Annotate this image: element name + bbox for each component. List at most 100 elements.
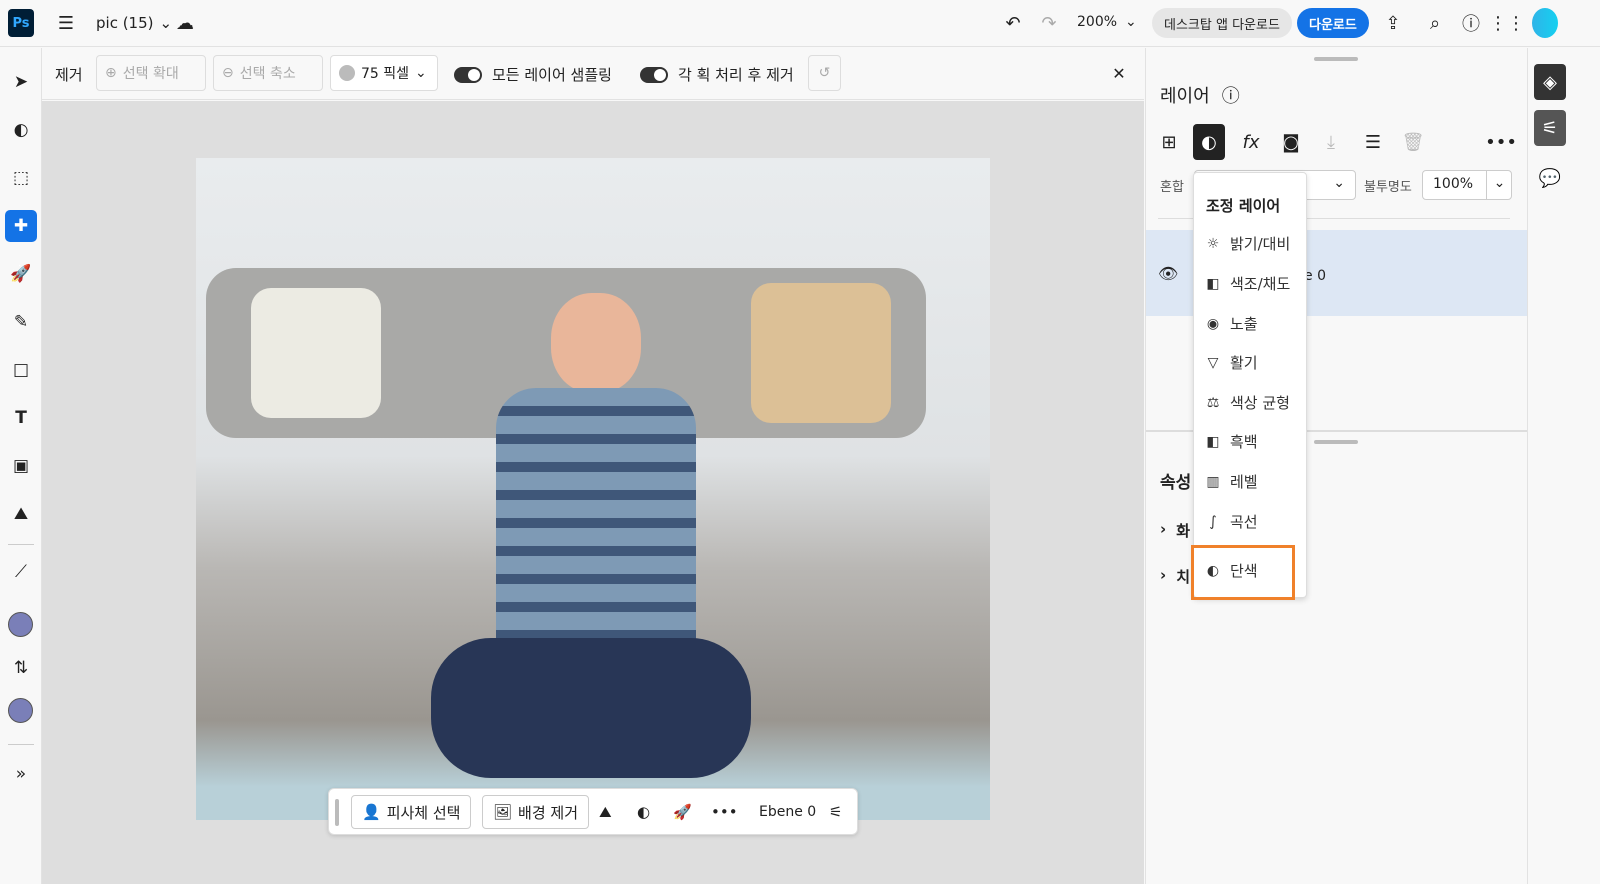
menu-item-label: 활기 — [1230, 354, 1258, 372]
foreground-color-swatch[interactable] — [8, 612, 33, 637]
more-icon[interactable]: ••• — [711, 795, 738, 829]
sample-all-layers-toggle[interactable]: 모든 레이어 샘플링 — [454, 64, 612, 85]
options-bar: 제거 ⊕ 선택 확대 ⊖ 선택 축소 75 픽셀 ⌄ 모든 레이어 샘플링 각 획 처… — [42, 48, 1144, 100]
move-tool-icon[interactable]: ➤ — [5, 66, 37, 98]
panel-drag-handle[interactable] — [1314, 57, 1358, 61]
layers-panel-icon[interactable]: ◈ — [1534, 64, 1566, 100]
image-place-icon[interactable]: ▣ — [5, 450, 37, 482]
mask-icon[interactable]: ◙ — [1278, 128, 1304, 156]
more-icon[interactable]: ••• — [1485, 128, 1517, 156]
quick-actions-icon[interactable]: 🚀 — [673, 795, 692, 829]
expand-tools-icon[interactable]: » — [5, 758, 37, 790]
layer-stack-icon[interactable]: ☰ — [1360, 128, 1386, 156]
visibility-eye-icon[interactable]: 👁 — [1158, 264, 1178, 283]
menu-item-black-white[interactable]: ◧ 흑백 — [1204, 431, 1257, 452]
shape-tool-icon[interactable]: □ — [5, 354, 37, 386]
avatar[interactable] — [1532, 8, 1558, 38]
boy-head — [551, 293, 641, 393]
text-tool-icon[interactable]: T — [5, 402, 37, 434]
download-button[interactable]: 다운로드 — [1297, 8, 1369, 38]
chevron-right-icon: › — [1160, 566, 1167, 584]
pillow — [751, 283, 891, 423]
eyedropper-icon[interactable]: ⟋ — [5, 556, 37, 588]
image-icon: 🖼 — [493, 803, 513, 821]
drag-handle[interactable] — [335, 799, 339, 826]
remove-after-stroke-toggle[interactable]: 각 획 처리 후 제거 — [640, 64, 794, 85]
menu-item-color-balance[interactable]: ⚖ 색상 균형 — [1204, 392, 1290, 413]
generative-fill-icon[interactable]: ⛰ — [5, 498, 37, 530]
zoom-value: 200% — [1077, 14, 1118, 30]
reset-button[interactable]: ↺ — [808, 55, 841, 91]
panel-drag-handle[interactable] — [1314, 440, 1358, 444]
pillow — [251, 288, 381, 418]
menu-item-label: 밝기/대비 — [1230, 235, 1291, 253]
toggle-switch[interactable] — [640, 66, 668, 83]
clip-icon[interactable]: ⤓ — [1318, 128, 1344, 156]
sample-all-layers-label: 모든 레이어 샘플링 — [492, 66, 612, 84]
trash-icon[interactable]: 🗑 — [1400, 128, 1426, 156]
top-bar: Ps ☰ pic (15) ⌄ ☁ ↶ ↷ 200% ⌄ 데스크탑 앱 다운로드 다… — [0, 0, 1600, 47]
help-icon[interactable]: ⓘ — [1458, 10, 1484, 36]
search-icon[interactable]: ⌕ — [1422, 10, 1448, 36]
properties-section-1[interactable]: › 화 — [1160, 520, 1190, 541]
properties-panel-icon[interactable]: ⚟ — [1534, 110, 1566, 146]
adjustment-layer-icon[interactable]: ◐ — [1193, 124, 1225, 160]
expand-selection-button[interactable]: ⊕ 선택 확대 — [96, 55, 206, 91]
menu-item-vibrance[interactable]: ▽ 활기 — [1204, 352, 1258, 373]
brush-size-dropdown[interactable]: 75 픽셀 ⌄ — [330, 55, 438, 91]
menu-icon[interactable]: ☰ — [54, 10, 78, 36]
zoom-dropdown[interactable]: 200% ⌄ — [1077, 14, 1137, 30]
swap-colors-icon[interactable]: ⇅ — [5, 652, 37, 684]
adjust-icon[interactable]: ◐ — [637, 795, 650, 829]
boy-legs — [431, 638, 751, 778]
info-icon[interactable]: ⓘ — [1222, 82, 1240, 108]
background-color-swatch[interactable] — [8, 698, 33, 723]
adjust-tool-icon[interactable]: ◐ — [5, 114, 37, 146]
menu-item-label: 레벨 — [1230, 473, 1258, 491]
share-icon[interactable]: ⇪ — [1380, 10, 1406, 36]
fx-icon[interactable]: fx — [1238, 128, 1264, 156]
contract-selection-button[interactable]: ⊖ 선택 축소 — [213, 55, 323, 91]
document-title-dropdown[interactable]: pic (15) ⌄ — [96, 14, 172, 32]
blend-label: 혼합 — [1160, 180, 1184, 195]
opacity-label: 불투명도 — [1364, 180, 1412, 195]
cloud-icon[interactable]: ☁ — [172, 10, 198, 36]
brush-tool-icon[interactable]: ✎ — [5, 306, 37, 338]
chevron-down-icon: ⌄ — [1333, 175, 1345, 191]
menu-item-levels[interactable]: ▥ 레벨 — [1204, 471, 1258, 492]
exposure-icon: ◉ — [1206, 315, 1220, 332]
menu-item-brightness-contrast[interactable]: ☼ 밝기/대비 — [1204, 233, 1291, 254]
undo-icon[interactable]: ↶ — [1000, 10, 1026, 36]
close-icon[interactable]: ✕ — [1108, 62, 1130, 84]
contextual-task-bar: 👤 피사체 선택 🖼 배경 제거 ⛰ ◐ 🚀 ••• Ebene 0 ⚟ — [328, 788, 858, 835]
add-layer-icon[interactable]: ⊞ — [1156, 128, 1182, 156]
select-subject-button[interactable]: 👤 피사체 선택 — [351, 795, 472, 829]
healing-tool-icon[interactable]: ✚ — [5, 210, 37, 242]
remove-after-stroke-label: 각 획 처리 후 제거 — [678, 66, 794, 84]
opacity-dropdown-icon[interactable]: ⌄ — [1486, 170, 1512, 200]
color-balance-icon: ⚖ — [1206, 394, 1220, 411]
selection-tool-icon[interactable]: ⬚ — [5, 162, 37, 194]
redo-icon[interactable]: ↷ — [1036, 10, 1062, 36]
comments-icon[interactable]: 💬 — [1534, 162, 1566, 194]
levels-icon: ▥ — [1206, 473, 1220, 490]
generative-fill-icon[interactable]: ⛰ — [599, 795, 612, 829]
minus-circle-icon: ⊖ — [222, 65, 234, 81]
apps-grid-icon[interactable]: ⋮⋮ — [1489, 10, 1525, 36]
desktop-download-button[interactable]: 데스크탑 앱 다운로드 — [1152, 8, 1292, 38]
menu-item-exposure[interactable]: ◉ 노출 — [1204, 313, 1258, 334]
select-subject-label: 피사체 선택 — [386, 803, 461, 822]
properties-sliders-icon[interactable]: ⚟ — [829, 795, 842, 829]
toggle-switch[interactable] — [454, 66, 482, 83]
remove-background-label: 배경 제거 — [518, 803, 579, 822]
hue-saturation-icon: ◧ — [1206, 275, 1220, 292]
quick-actions-icon[interactable]: 🚀 — [5, 258, 37, 290]
remove-background-button[interactable]: 🖼 배경 제거 — [482, 795, 590, 829]
properties-section-2[interactable]: › 치 — [1160, 566, 1190, 587]
adjustment-layer-menu: 조정 레이어 ☼ 밝기/대비 ◧ 색조/채도 ◉ 노출 ▽ 활기 ⚖ 색상 균형 ◧ 흑백 … — [1193, 172, 1307, 598]
menu-item-curves[interactable]: ∫ 곡선 — [1204, 511, 1257, 532]
curves-icon: ∫ — [1209, 513, 1217, 530]
menu-item-hue-saturation[interactable]: ◧ 색조/채도 — [1204, 273, 1290, 294]
layers-header: 레이어 ⓘ — [1160, 82, 1240, 108]
document-image[interactable] — [196, 158, 990, 820]
